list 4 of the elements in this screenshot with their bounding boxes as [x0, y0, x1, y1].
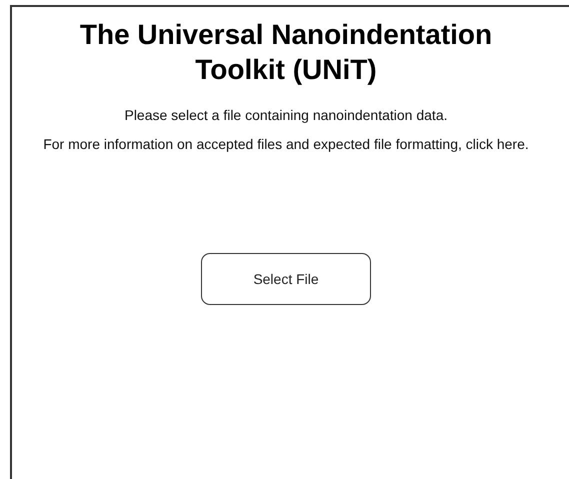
info-text: For more information on accepted files and expected file formatting, click here.	[43, 136, 529, 153]
select-file-button[interactable]: Select File	[201, 253, 371, 305]
instruction-text: Please select a file containing nanoindentation data.	[124, 106, 448, 125]
page-title: The Universal Nanoindentation Toolkit (UNiT)	[78, 18, 494, 87]
